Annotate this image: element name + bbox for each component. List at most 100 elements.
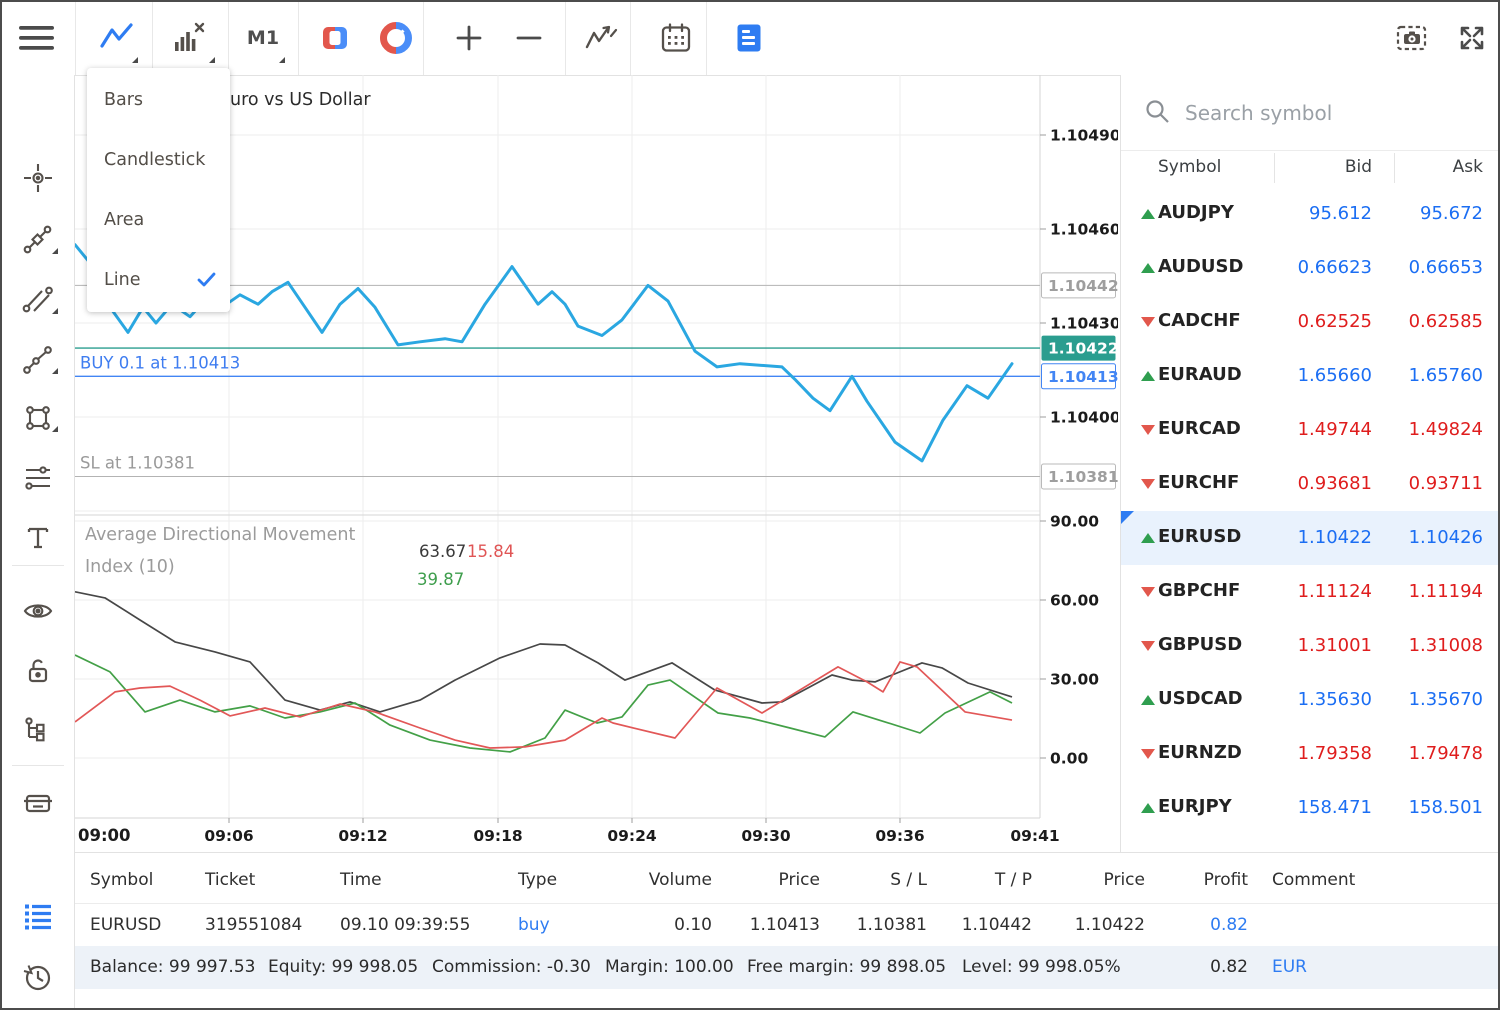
levels-tool-button[interactable] — [16, 456, 60, 500]
column-header-ask[interactable]: Ask — [1453, 157, 1483, 177]
unlock-button[interactable] — [16, 649, 60, 693]
trade-list-icon — [22, 900, 54, 932]
market-watch-row-eurchf[interactable]: EURCHF0.936810.93711 — [1121, 457, 1498, 511]
market-watch-row-audusd[interactable]: AUDUSD0.666230.66653 — [1121, 241, 1498, 295]
column-header-bid[interactable]: Bid — [1345, 157, 1372, 177]
trend-up-icon — [1141, 263, 1155, 273]
dropdown-corner-icon — [52, 368, 58, 374]
dropdown-corner-icon — [209, 57, 215, 63]
ask-value: 1.31008 — [1409, 635, 1483, 656]
market-watch-row-euraud[interactable]: EURAUD1.656601.65760 — [1121, 349, 1498, 403]
fibonacci-tool-button[interactable] — [16, 218, 60, 262]
market-watch-row-eurusd[interactable]: EURUSD1.104221.10426 — [1121, 511, 1498, 565]
bid-value: 1.49744 — [1298, 419, 1372, 440]
market-watch-row-gbpchf[interactable]: GBPCHF1.111241.11194 — [1121, 565, 1498, 619]
polyline-icon — [22, 344, 54, 376]
menu-item-label: Bars — [104, 90, 143, 110]
indicator-value: 15.84 — [467, 542, 514, 561]
trendline-tool-button[interactable] — [16, 278, 60, 322]
menu-item-label: Candlestick — [104, 150, 205, 170]
market-watch-row-usdcad[interactable]: USDCAD1.356301.35670 — [1121, 673, 1498, 727]
column-header-symbol[interactable]: Symbol — [1158, 157, 1221, 177]
history-button[interactable] — [16, 956, 60, 1000]
market-watch-row-eurnzd[interactable]: EURNZD1.793581.79478 — [1121, 727, 1498, 781]
ask-value: 1.11194 — [1409, 581, 1483, 602]
ask-value: 1.10426 — [1409, 527, 1483, 548]
symbol-name: EURNZD — [1158, 742, 1242, 763]
market-watch-row-gbpusd[interactable]: GBPUSD1.310011.31008 — [1121, 619, 1498, 673]
menu-item-candlestick[interactable]: Candlestick — [87, 130, 230, 190]
table-cell: 1.10442 — [912, 915, 1032, 935]
adx-tick: 60.00 — [1050, 592, 1099, 610]
column-header: Symbol — [90, 870, 153, 890]
adx-tick: 0.00 — [1050, 750, 1088, 768]
delete-objects-button[interactable] — [16, 782, 60, 826]
menu-item-area[interactable]: Area — [87, 190, 230, 250]
indicator-value: 39.87 — [417, 570, 464, 589]
bid-value: 0.66623 — [1298, 257, 1372, 278]
indicators-button[interactable] — [579, 16, 623, 60]
toolbar: M1 — [2, 2, 1498, 76]
document-icon — [736, 23, 762, 53]
table-cell: 1.10381 — [807, 915, 927, 935]
zoom-out-button[interactable] — [507, 16, 551, 60]
toolbar-separator — [152, 2, 153, 75]
minus_di-line — [75, 662, 1012, 748]
market-watch-row-eurcad[interactable]: EURCAD1.497441.49824 — [1121, 403, 1498, 457]
polyline-tool-button[interactable] — [16, 338, 60, 382]
fullscreen-button[interactable] — [1450, 16, 1494, 60]
timeframe-button[interactable]: M1 — [241, 16, 285, 60]
ask-value: 0.62585 — [1409, 311, 1483, 332]
object-list-button[interactable] — [16, 709, 60, 753]
toolbar-separator — [298, 2, 299, 75]
visibility-button[interactable] — [16, 589, 60, 633]
table-cell: buy — [518, 915, 550, 935]
trend-up-icon — [1141, 695, 1155, 705]
market-watch-row-eurjpy[interactable]: EURJPY158.471158.501 — [1121, 781, 1498, 835]
timeframe-label: M1 — [247, 27, 279, 49]
trading-terminal-window: M1 — [0, 0, 1500, 1010]
fibonacci-icon — [22, 224, 54, 256]
market-watch-row-cadchf[interactable]: CADCHF0.625250.62585 — [1121, 295, 1498, 349]
trade-list-button[interactable] — [16, 894, 60, 938]
screenshot-button[interactable] — [1390, 16, 1434, 60]
text-tool-button[interactable] — [16, 516, 60, 560]
eye-icon — [22, 595, 54, 627]
zoom-in-button[interactable] — [447, 16, 491, 60]
indicator-name: Average Directional Movement — [85, 525, 355, 545]
dropdown-corner-icon — [52, 308, 58, 314]
symbol-name: EURJPY — [1158, 796, 1232, 817]
calendar-button[interactable] — [654, 16, 698, 60]
camera-icon — [1396, 22, 1428, 54]
market-watch-row-audjpy[interactable]: AUDJPY95.61295.672 — [1121, 187, 1498, 241]
menu-item-line[interactable]: Line — [87, 250, 230, 310]
trade-allocation-button[interactable] — [374, 16, 418, 60]
summary-item: Margin: 100.00 — [605, 957, 734, 977]
hamburger-icon — [18, 22, 56, 54]
toolbar-separator — [630, 2, 631, 75]
selected-corner-icon — [1121, 511, 1134, 524]
market-watch-header: Symbol Bid Ask — [1121, 151, 1498, 187]
indicator-remove-button[interactable] — [167, 16, 211, 60]
column-header: Comment — [1272, 870, 1355, 890]
price-tick: 1.10490 — [1050, 127, 1118, 145]
price-tick: 1.10400 — [1050, 409, 1118, 427]
trend-up-icon — [1141, 209, 1155, 219]
bid-value: 1.31001 — [1298, 635, 1372, 656]
summary-item: Level: 99 998.05% — [962, 957, 1121, 977]
bar-chart-close-icon — [171, 20, 207, 56]
menu-item-bars[interactable]: Bars — [87, 70, 230, 130]
crosshair-tool-button[interactable] — [16, 156, 60, 200]
search-input[interactable] — [1183, 93, 1477, 133]
text-icon — [22, 522, 54, 554]
main-menu-button[interactable] — [15, 16, 59, 60]
trend-down-icon — [1141, 749, 1155, 759]
svg-text:1.10422: 1.10422 — [1048, 340, 1118, 358]
chart-type-button[interactable] — [95, 16, 139, 60]
order-list-button[interactable] — [727, 16, 771, 60]
shapes-tool-button[interactable] — [16, 396, 60, 440]
table-cell: 0.82 — [1128, 915, 1248, 935]
one-click-trading-button[interactable] — [313, 16, 357, 60]
chart-canvas[interactable]: 1.104901.104601.104301.1040090.0060.0030… — [75, 75, 1118, 852]
svg-text:1.10381: 1.10381 — [1048, 468, 1118, 486]
